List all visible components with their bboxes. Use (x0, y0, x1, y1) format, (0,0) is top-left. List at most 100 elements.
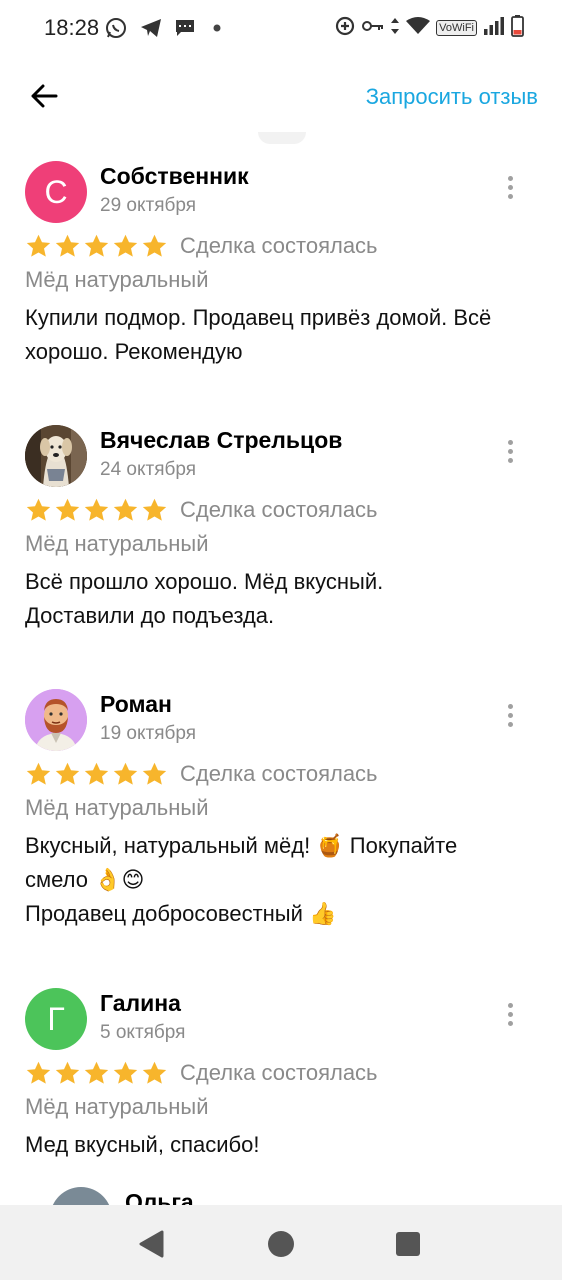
arrow-left-icon (30, 84, 58, 113)
nav-recent-icon (396, 1232, 420, 1256)
nav-recent-button[interactable] (393, 1229, 423, 1259)
star-icon (142, 762, 167, 785)
review-text: Купили подмор. Продавец привёз домой. Вс… (25, 301, 545, 369)
dot-icon (212, 14, 222, 42)
rating-row: Сделка состоялась (25, 231, 378, 261)
star-icon (55, 234, 80, 257)
review-item: Роман 19 октября Сделка состоялась Мёд н… (0, 689, 562, 949)
star-rating (25, 497, 168, 524)
dog-photo-icon (25, 425, 87, 487)
review-item: С Собственник 29 октября Сделка состояла… (0, 161, 562, 381)
review-date: 19 октября (100, 723, 197, 744)
status-right-icons: VoWiFi (334, 14, 524, 42)
avatar[interactable]: Г (25, 988, 87, 1050)
data-saver-icon (334, 15, 356, 42)
star-icon (113, 234, 138, 257)
review-date: 24 октября (100, 459, 197, 480)
review-date: 29 октября (100, 195, 197, 216)
bearded-man-icon (25, 689, 87, 751)
scroll-indicator (258, 132, 306, 144)
nav-back-button[interactable] (136, 1229, 166, 1259)
message-icon (174, 14, 196, 42)
vowifi-badge: VoWiFi (436, 20, 477, 36)
product-name[interactable]: Мёд натуральный (25, 795, 209, 821)
star-icon (142, 1061, 167, 1084)
back-button[interactable] (22, 78, 66, 118)
star-icon (26, 234, 51, 257)
reviewer-name[interactable]: Галина (100, 990, 181, 1017)
request-review-link[interactable]: Запросить отзыв (366, 84, 538, 110)
nav-home-icon (268, 1231, 294, 1257)
reviewer-name[interactable]: Вячеслав Стрельцов (100, 427, 342, 454)
system-navigation-bar (0, 1205, 562, 1280)
status-time: 18:28 (44, 15, 100, 40)
review-item: Ольга (0, 1187, 562, 1205)
product-name[interactable]: Мёд натуральный (25, 1094, 209, 1120)
more-options-button[interactable] (496, 996, 524, 1032)
whatsapp-icon (104, 14, 128, 42)
deal-status: Сделка состоялась (180, 1060, 378, 1085)
data-arrows-icon (390, 17, 400, 40)
star-icon (84, 762, 109, 785)
star-icon (142, 498, 167, 521)
star-icon (55, 498, 80, 521)
rating-row: Сделка состоялась (25, 1058, 378, 1088)
avatar-letter: Г (47, 1000, 65, 1037)
review-text-line: Мед вкусный, спасибо! (25, 1132, 260, 1157)
product-name[interactable]: Мёд натуральный (25, 531, 209, 557)
review-text-line: Доставили до подъезда. (25, 603, 275, 628)
review-text-line: смело 👌😊 (25, 867, 145, 892)
star-icon (113, 1061, 138, 1084)
key-icon (362, 19, 384, 38)
review-text: Мед вкусный, спасибо! (25, 1128, 545, 1162)
review-text-line: Купили подмор. Продавец привёз домой. Вс… (25, 305, 492, 330)
review-text-line: Вкусный, натуральный мёд! 🍯 Покупайте (25, 833, 458, 858)
more-options-button[interactable] (496, 697, 524, 733)
star-icon (55, 762, 80, 785)
star-icon (84, 1061, 109, 1084)
deal-status: Сделка состоялась (180, 233, 378, 258)
more-options-button[interactable] (496, 169, 524, 205)
avatar[interactable] (25, 689, 87, 751)
review-text: Вкусный, натуральный мёд! 🍯 Покупайте см… (25, 829, 545, 931)
review-item: Г Галина 5 октября Сделка состоялась Мёд… (0, 988, 562, 1178)
star-icon (142, 234, 167, 257)
review-item: Вячеслав Стрельцов 24 октября Сделка сос… (0, 425, 562, 645)
product-name[interactable]: Мёд натуральный (25, 267, 209, 293)
star-icon (113, 498, 138, 521)
review-date: 5 октября (100, 1022, 186, 1043)
star-rating (25, 1060, 168, 1087)
star-rating (25, 761, 168, 788)
avatar[interactable]: С (25, 161, 87, 223)
avatar[interactable] (50, 1187, 112, 1205)
review-text-line: Продавец добросовестный 👍 (25, 901, 337, 926)
battery-icon (511, 14, 524, 42)
nav-home-button[interactable] (266, 1229, 296, 1259)
star-icon (113, 762, 138, 785)
deal-status: Сделка состоялась (180, 761, 378, 786)
signal-icon (483, 16, 505, 40)
reviewer-name[interactable]: Роман (100, 691, 172, 718)
star-icon (55, 1061, 80, 1084)
nav-back-icon (139, 1230, 164, 1258)
star-icon (26, 1061, 51, 1084)
star-icon (26, 762, 51, 785)
rating-row: Сделка состоялась (25, 759, 378, 789)
telegram-icon (139, 14, 163, 42)
review-text-line: Всё прошло хорошо. Мёд вкусный. (25, 569, 384, 594)
review-text-line: хорошо. Рекомендую (25, 339, 243, 364)
rating-row: Сделка состоялась (25, 495, 378, 525)
wifi-icon (406, 16, 431, 40)
top-app-bar: Запросить отзыв (0, 56, 562, 140)
deal-status: Сделка состоялась (180, 497, 378, 522)
reviewer-name[interactable]: Собственник (100, 163, 249, 190)
avatar[interactable] (25, 425, 87, 487)
avatar-letter: С (44, 173, 68, 210)
status-bar: 18:28 VoWiFi (0, 0, 562, 56)
star-icon (84, 498, 109, 521)
review-text: Всё прошло хорошо. Мёд вкусный. Доставил… (25, 565, 545, 633)
star-icon (26, 498, 51, 521)
reviewer-name[interactable]: Ольга (125, 1189, 194, 1205)
more-options-button[interactable] (496, 433, 524, 469)
star-rating (25, 233, 168, 260)
